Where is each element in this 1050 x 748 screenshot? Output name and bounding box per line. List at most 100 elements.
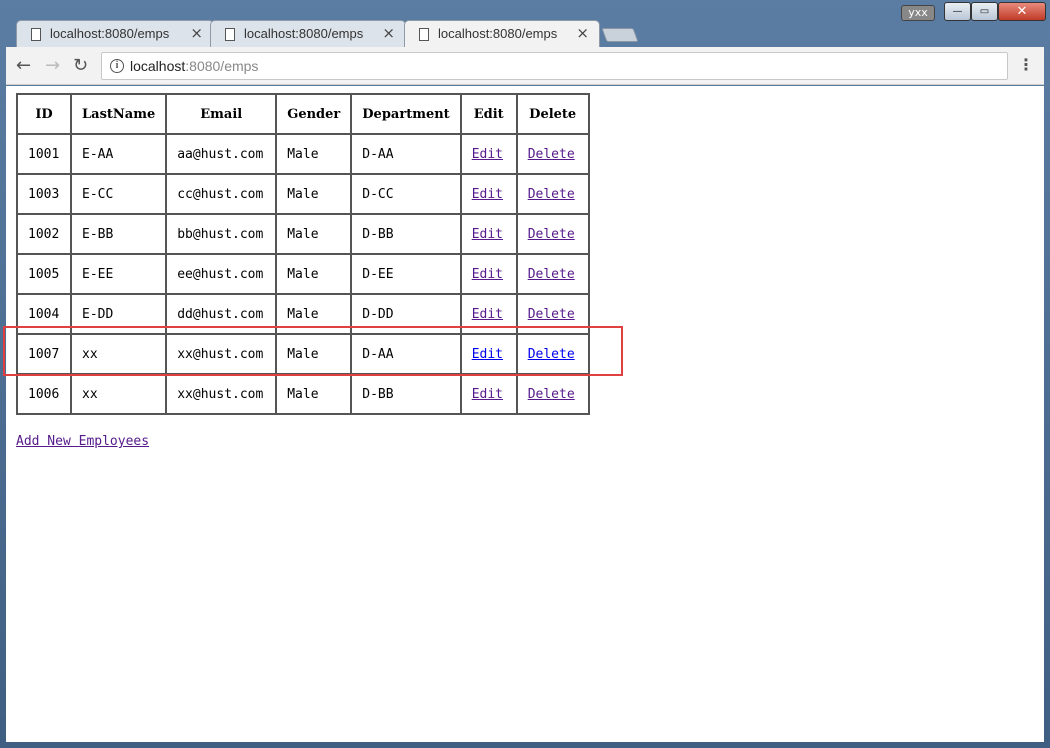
cell-department: D-AA: [351, 334, 461, 374]
cell-department: D-BB: [351, 214, 461, 254]
edit-link[interactable]: Edit: [472, 307, 503, 322]
cell-id: 1007: [17, 334, 71, 374]
delete-link[interactable]: Delete: [528, 387, 575, 402]
page-icon: [31, 28, 41, 41]
minimize-button[interactable]: —: [944, 2, 971, 21]
cell-lastname: E-CC: [71, 174, 167, 214]
header-gender: Gender: [276, 94, 352, 134]
cell-lastname: E-AA: [71, 134, 167, 174]
cell-id: 1001: [17, 134, 71, 174]
edit-link[interactable]: Edit: [472, 347, 503, 362]
url-path: :8080/emps: [185, 58, 259, 74]
page-content: ID LastName Email Gender Department Edit…: [3, 86, 1044, 742]
header-email: Email: [166, 94, 277, 134]
edit-link[interactable]: Edit: [472, 387, 503, 402]
cell-delete: Delete: [516, 294, 589, 334]
maximize-button[interactable]: ▭: [971, 2, 998, 21]
delete-link[interactable]: Delete: [528, 147, 575, 162]
close-icon[interactable]: ×: [382, 24, 395, 42]
cell-gender: Male: [276, 254, 352, 294]
tab-2[interactable]: localhost:8080/emps ×: [210, 20, 406, 47]
url-host: localhost: [130, 58, 186, 74]
page-icon: [419, 28, 429, 41]
tab-title: localhost:8080/emps: [244, 26, 364, 41]
cell-email: xx@hust.com: [166, 334, 277, 374]
cell-delete: Delete: [516, 214, 589, 254]
cell-edit: Edit: [460, 254, 517, 294]
cell-edit: Edit: [460, 174, 517, 214]
header-delete: Delete: [516, 94, 589, 134]
menu-icon[interactable]: ⋮: [1018, 55, 1034, 74]
profile-badge[interactable]: yxx: [901, 5, 935, 21]
cell-gender: Male: [276, 374, 352, 414]
back-arrow-icon[interactable]: ←: [16, 55, 31, 76]
cell-gender: Male: [276, 134, 352, 174]
table-row: 1006 xx xx@hust.com Male D-BB Edit Delet…: [17, 374, 589, 414]
cell-delete: Delete: [516, 374, 589, 414]
add-new-employees-link[interactable]: Add New Employees: [16, 434, 149, 449]
close-icon[interactable]: ×: [576, 24, 589, 42]
tab-title: localhost:8080/emps: [438, 26, 558, 41]
cell-email: ee@hust.com: [166, 254, 277, 294]
table-row: 1005 E-EE ee@hust.com Male D-EE Edit Del…: [17, 254, 589, 294]
url-text[interactable]: localhost:8080/emps: [130, 58, 258, 74]
edit-link[interactable]: Edit: [472, 227, 503, 242]
cell-lastname: E-DD: [71, 294, 167, 334]
cell-lastname: E-EE: [71, 254, 167, 294]
cell-department: D-BB: [351, 374, 461, 414]
header-department: Department: [351, 94, 461, 134]
cell-department: D-DD: [351, 294, 461, 334]
cell-edit: Edit: [460, 334, 517, 374]
cell-email: dd@hust.com: [166, 294, 277, 334]
header-id: ID: [17, 94, 71, 134]
delete-link[interactable]: Delete: [528, 227, 575, 242]
cell-edit: Edit: [460, 374, 517, 414]
table-row: 1001 E-AA aa@hust.com Male D-AA Edit Del…: [17, 134, 589, 174]
delete-link[interactable]: Delete: [528, 347, 575, 362]
cell-department: D-EE: [351, 254, 461, 294]
delete-link[interactable]: Delete: [528, 267, 575, 282]
table-row-highlighted: 1007 xx xx@hust.com Male D-AA Edit Delet…: [17, 334, 589, 374]
cell-gender: Male: [276, 214, 352, 254]
tab-3-active[interactable]: localhost:8080/emps ×: [404, 20, 600, 48]
cell-delete: Delete: [516, 254, 589, 294]
page-icon: [225, 28, 235, 41]
cell-id: 1002: [17, 214, 71, 254]
tab-1[interactable]: localhost:8080/emps ×: [16, 20, 214, 47]
tab-title: localhost:8080/emps: [50, 26, 170, 41]
cell-edit: Edit: [460, 134, 517, 174]
cell-delete: Delete: [516, 174, 589, 214]
cell-id: 1006: [17, 374, 71, 414]
new-tab-button[interactable]: [601, 28, 639, 42]
cell-id: 1004: [17, 294, 71, 334]
cell-lastname: E-BB: [71, 214, 167, 254]
cell-gender: Male: [276, 294, 352, 334]
edit-link[interactable]: Edit: [472, 187, 503, 202]
delete-link[interactable]: Delete: [528, 307, 575, 322]
delete-link[interactable]: Delete: [528, 187, 575, 202]
cell-lastname: xx: [71, 374, 167, 414]
browser-toolbar: ← → ↻ i localhost:8080/emps ☆ ⋮: [6, 47, 1044, 85]
edit-link[interactable]: Edit: [472, 147, 503, 162]
close-window-button[interactable]: ✕: [998, 2, 1046, 21]
reload-icon[interactable]: ↻: [73, 55, 88, 76]
table-header-row: ID LastName Email Gender Department Edit…: [17, 94, 589, 134]
cell-lastname: xx: [71, 334, 167, 374]
cell-email: bb@hust.com: [166, 214, 277, 254]
cell-email: aa@hust.com: [166, 134, 277, 174]
cell-delete: Delete: [516, 334, 589, 374]
info-icon[interactable]: i: [110, 59, 124, 73]
cell-gender: Male: [276, 334, 352, 374]
forward-arrow-icon[interactable]: →: [45, 55, 60, 76]
employees-table: ID LastName Email Gender Department Edit…: [16, 93, 590, 415]
title-bar: yxx — ▭ ✕ localhost:8080/emps × localhos…: [0, 0, 1050, 48]
header-lastname: LastName: [71, 94, 167, 134]
cell-id: 1003: [17, 174, 71, 214]
browser-window: yxx — ▭ ✕ localhost:8080/emps × localhos…: [0, 0, 1050, 748]
close-icon[interactable]: ×: [190, 24, 203, 42]
cell-delete: Delete: [516, 134, 589, 174]
edit-link[interactable]: Edit: [472, 267, 503, 282]
cell-edit: Edit: [460, 294, 517, 334]
address-bar[interactable]: i localhost:8080/emps ☆: [101, 52, 1008, 80]
cell-id: 1005: [17, 254, 71, 294]
